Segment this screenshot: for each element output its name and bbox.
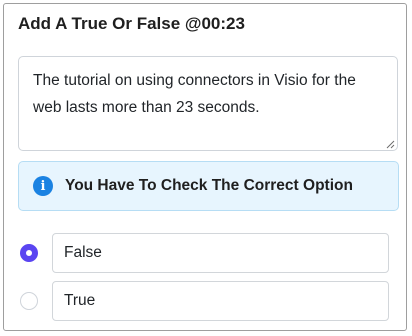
- option-false-radio[interactable]: [20, 244, 38, 262]
- option-false-field[interactable]: False: [52, 233, 389, 273]
- alert-message: You Have To Check The Correct Option: [65, 177, 353, 194]
- question-title: Add A True Or False @00:23: [18, 14, 245, 33]
- option-true-field[interactable]: True: [52, 281, 389, 321]
- option-false: False: [18, 233, 400, 273]
- statement-input[interactable]: The tutorial on using connectors in Visi…: [18, 56, 398, 151]
- info-alert: i You Have To Check The Correct Option: [18, 161, 399, 211]
- question-panel: Add A True Or False @00:23 The tutorial …: [3, 3, 407, 331]
- resize-handle-icon[interactable]: [385, 139, 395, 149]
- option-true: True: [18, 281, 400, 321]
- info-icon: i: [33, 176, 53, 196]
- option-true-radio[interactable]: [20, 292, 38, 310]
